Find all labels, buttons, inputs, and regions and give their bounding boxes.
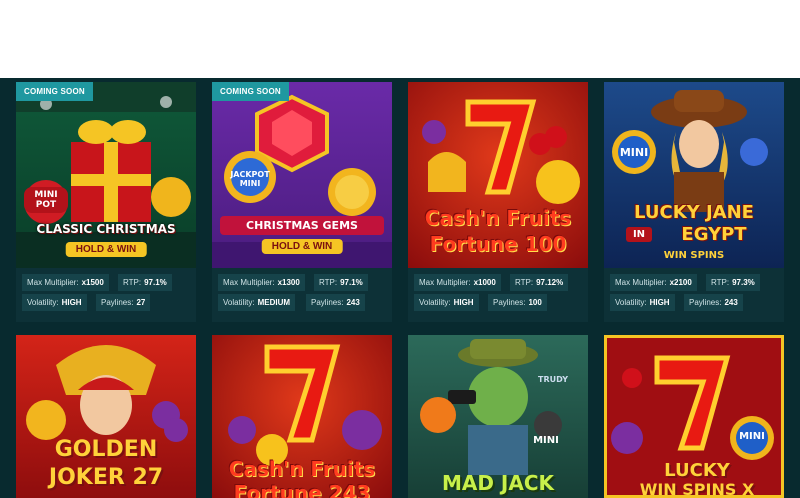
max-multiplier-stat: Max Multiplier: x1500 [22, 274, 109, 291]
game-subtitle: Fortune 100 [429, 232, 567, 256]
game-card-classic-christmas[interactable]: COMING SOON MINI POT CLASSIC CHRISTMAS H… [16, 82, 196, 322]
game-subtitle: HOLD & WIN [65, 242, 147, 257]
rtp-stat: RTP: 97.1% [118, 274, 172, 291]
game-stats: Max Multiplier: x1000 RTP: 97.12% Volatili… [408, 268, 588, 322]
coming-soon-badge: COMING SOON [16, 82, 93, 101]
game-thumbnail[interactable]: COMING SOON JACKPOT MINI CHRISTMAS GEMS … [212, 82, 392, 268]
game-title: CLASSIC CHRISTMAS [36, 222, 176, 236]
volatility-stat: Volatility: HIGH [414, 294, 479, 311]
game-title: MAD JACK [441, 471, 555, 495]
mini-pot-tag: MINI POT [24, 187, 68, 213]
game-thumbnail[interactable]: MINI LUCKY WIN SPINS X [604, 335, 784, 498]
game-thumbnail[interactable]: TRUDY MINI MAD JACK [408, 335, 588, 498]
game-subtitle: HOLD & WIN [261, 239, 343, 254]
mini-tag: MINI [533, 435, 559, 446]
game-subtitle: WIN SPINS X [639, 480, 755, 498]
game-card-golden-joker-27[interactable]: GOLDEN JOKER 27 [16, 335, 196, 498]
game-grid: COMING SOON MINI POT CLASSIC CHRISTMAS H… [0, 78, 800, 498]
game-card-mad-jack[interactable]: TRUDY MINI MAD JACK [408, 335, 588, 498]
top-bar [0, 0, 800, 78]
volatility-stat: Volatility: HIGH [22, 294, 87, 311]
game-stats: Max Multiplier: x1500 RTP: 97.1% Volatilit… [16, 268, 196, 322]
paylines-stat: Paylines: 27 [96, 294, 151, 311]
game-thumbnail[interactable]: GOLDEN JOKER 27 [16, 335, 196, 498]
volatility-stat: Volatility: MEDIUM [218, 294, 296, 311]
game-thumbnail[interactable]: COMING SOON MINI POT CLASSIC CHRISTMAS H… [16, 82, 196, 268]
game-card-cashn-fruits-243[interactable]: Cash'n Fruits Fortune 243 [212, 335, 392, 498]
game-thumbnail[interactable]: Cash'n Fruits Fortune 243 [212, 335, 392, 498]
mini-tag: MINI [619, 146, 649, 159]
game-title: Cash'n Fruits [228, 457, 376, 481]
paylines-stat: Paylines: 100 [488, 294, 547, 311]
rtp-stat: RTP: 97.1% [314, 274, 368, 291]
rtp-stat: RTP: 97.3% [706, 274, 760, 291]
mini-tag: MINI [739, 431, 765, 442]
game-title: CHRISTMAS GEMS [220, 216, 384, 235]
max-multiplier-stat: Max Multiplier: x1000 [414, 274, 501, 291]
game-card-christmas-gems[interactable]: COMING SOON JACKPOT MINI CHRISTMAS GEMS … [212, 82, 392, 322]
gift-box-illustration [16, 82, 196, 268]
game-subtitle: Fortune 243 [233, 481, 371, 498]
game-stats: Max Multiplier: x2100 RTP: 97.3% Volatilit… [604, 268, 784, 322]
jackpot-mini-tag: JACKPOT MINI [230, 170, 270, 188]
game-title: LUCKY [664, 460, 730, 481]
volatility-stat: Volatility: HIGH [610, 294, 675, 311]
game-card-lucky-jane-egypt[interactable]: MINI LUCKY JANE IN EGYPT WIN SPINS Max M… [604, 82, 784, 322]
max-multiplier-stat: Max Multiplier: x2100 [610, 274, 697, 291]
trudy-sign: TRUDY [538, 375, 568, 384]
game-thumbnail[interactable]: Cash'n Fruits Fortune 100 [408, 82, 588, 268]
game-stats: Max Multiplier: x1300 RTP: 97.1% Volatilit… [212, 268, 392, 322]
game-title-egypt: EGYPT [681, 224, 747, 245]
game-title: LUCKY JANE [634, 202, 754, 223]
game-card-cashn-fruits-100[interactable]: Cash'n Fruits Fortune 100 Max Multiplier… [408, 82, 588, 322]
rtp-stat: RTP: 97.12% [510, 274, 569, 291]
paylines-stat: Paylines: 243 [684, 294, 743, 311]
game-card-lucky-win-spins-x[interactable]: MINI LUCKY WIN SPINS X [604, 335, 784, 498]
game-subtitle: JOKER 27 [48, 465, 164, 490]
coming-soon-badge: COMING SOON [212, 82, 289, 101]
max-multiplier-stat: Max Multiplier: x1300 [218, 274, 305, 291]
game-thumbnail[interactable]: MINI LUCKY JANE IN EGYPT WIN SPINS [604, 82, 784, 268]
game-subtitle: WIN SPINS [663, 250, 725, 261]
game-title: Cash'n Fruits [424, 206, 572, 230]
paylines-stat: Paylines: 243 [306, 294, 365, 311]
game-title: GOLDEN [54, 437, 158, 462]
